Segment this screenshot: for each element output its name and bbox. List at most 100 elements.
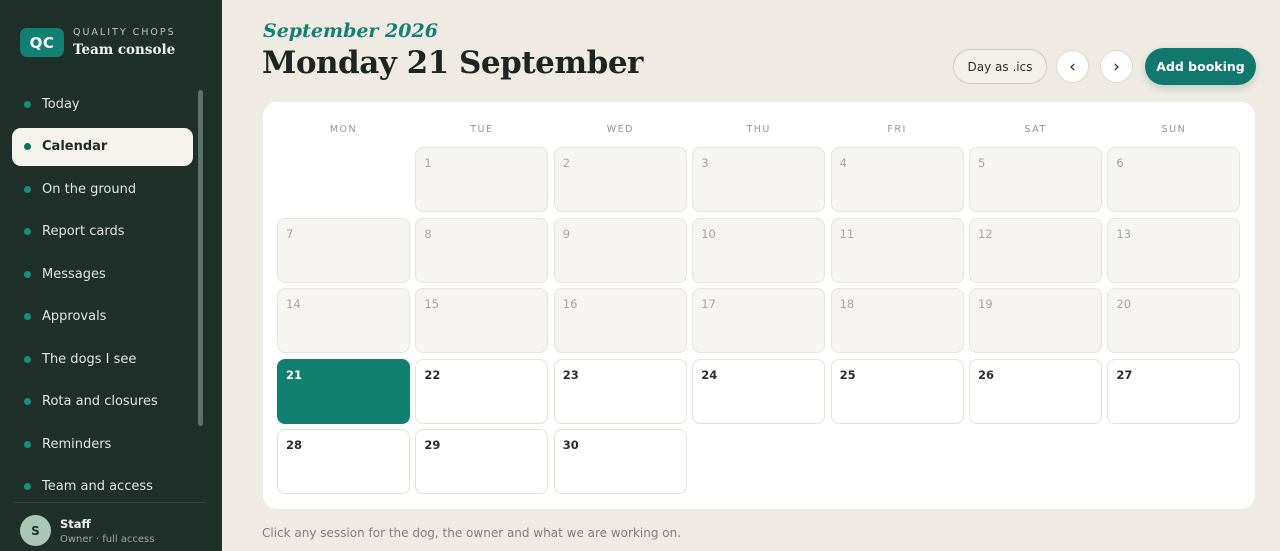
sidebar-item-label: Reminders	[42, 436, 112, 452]
day-number: 2	[562, 156, 571, 170]
weekday-header: FRI	[887, 124, 907, 135]
day-number: 16	[562, 297, 578, 311]
day-number: 25	[839, 367, 856, 382]
calendar-day[interactable]: 26	[969, 358, 1102, 424]
day-number: 7	[286, 226, 294, 241]
sidebar: QC QUALITY CHOPS Team console Today Calen…	[0, 0, 222, 551]
calendar-day[interactable]: 16	[553, 288, 687, 353]
day-number: 29	[424, 438, 441, 452]
calendar-day[interactable]: 28	[277, 429, 410, 494]
day-number: 19	[978, 297, 993, 311]
day-number: 3	[701, 156, 709, 170]
day-number: 12	[978, 226, 993, 241]
calendar-day[interactable]: 20	[1107, 288, 1241, 353]
bullet-icon	[24, 143, 31, 150]
sidebar-item-rota-and-closures[interactable]: Rota and closures	[12, 383, 193, 421]
calendar-day[interactable]: 14	[277, 288, 410, 353]
user-profile[interactable]: S Staff Owner · full access	[20, 515, 154, 546]
calendar-day[interactable]: 24	[692, 358, 826, 424]
calendar-day[interactable]: 5	[969, 147, 1102, 212]
weekday-header: MON	[329, 124, 358, 135]
calendar-day[interactable]: 29	[415, 429, 549, 494]
calendar-day[interactable]: 2	[553, 147, 687, 212]
day-number: 21	[286, 367, 303, 382]
sidebar-item-approvals[interactable]: Approvals	[12, 298, 193, 336]
calendar-day[interactable]: 15	[415, 288, 549, 353]
brand-title: Team console	[73, 42, 176, 58]
next-button[interactable]: ›	[1100, 50, 1133, 83]
day-number: 26	[978, 367, 995, 382]
sidebar-item-label: Approvals	[42, 309, 107, 324]
month-label: September 2026	[263, 20, 438, 42]
calendar-day[interactable]: 23	[553, 358, 687, 424]
calendar-day[interactable]: 18	[830, 288, 964, 353]
sidebar-item-today[interactable]: Today	[12, 85, 193, 123]
day-ics-button[interactable]: Day as .ics	[953, 49, 1047, 84]
calendar-day-today[interactable]: 21	[277, 358, 410, 424]
day-number: 22	[424, 367, 441, 382]
calendar-day[interactable]: 9	[553, 217, 687, 283]
weekday-header: THU	[746, 124, 771, 135]
calendar-day[interactable]: 30	[553, 429, 687, 494]
sidebar-item-report-cards[interactable]: Report cards	[12, 213, 193, 251]
sidebar-item-on-the-ground[interactable]: On the ground	[12, 170, 193, 208]
day-number: 5	[978, 156, 986, 170]
day-number: 23	[562, 367, 579, 382]
sidebar-item-calendar[interactable]: Calendar	[12, 127, 193, 166]
calendar-day[interactable]: 11	[830, 217, 964, 283]
calendar-day[interactable]: 7	[277, 217, 410, 283]
calendar-day[interactable]: 10	[692, 217, 826, 283]
sidebar-item-label: Calendar	[42, 139, 108, 154]
sidebar-nav: Today Calendar On the ground Report cards Me…	[12, 85, 193, 510]
sidebar-item-label: On the ground	[42, 181, 137, 197]
day-number: 11	[839, 226, 855, 241]
calendar-day[interactable]: 22	[415, 358, 549, 424]
calendar-hint: Click any session for the dog, the owner…	[262, 526, 682, 540]
calendar-day[interactable]: 3	[692, 147, 826, 212]
sidebar-item-reminders[interactable]: Reminders	[12, 425, 193, 463]
sidebar-item-label: Messages	[42, 266, 106, 282]
calendar-day[interactable]: 4	[830, 147, 964, 212]
day-number: 30	[562, 438, 579, 452]
brand-kicker: QUALITY CHOPS	[73, 27, 176, 38]
day-number: 10	[701, 226, 716, 241]
day-number: 8	[424, 226, 432, 241]
previous-button[interactable]: ‹	[1056, 50, 1089, 83]
calendar-day[interactable]: 1	[415, 147, 549, 212]
bullet-icon	[24, 440, 31, 448]
day-number: 17	[701, 297, 716, 311]
day-number: 4	[839, 156, 847, 170]
weekday-header: SAT	[1024, 124, 1047, 135]
bullet-icon	[24, 228, 31, 235]
user-name: Staff	[60, 516, 91, 531]
sidebar-item-label: Today	[42, 96, 80, 112]
sidebar-item-the-dogs-i-see[interactable]: The dogs I see	[12, 340, 193, 378]
weekday-header: TUE	[470, 124, 494, 135]
sidebar-item-label: The dogs I see	[42, 351, 137, 367]
calendar-day[interactable]: 17	[692, 288, 826, 353]
weekday-header: SUN	[1161, 124, 1187, 135]
weekday-header: WED	[606, 124, 634, 135]
bullet-icon	[24, 185, 31, 193]
brand: QC QUALITY CHOPS Team console	[20, 27, 176, 58]
month-calendar: MON TUE WED THU FRI SAT SUN 1 2 3 4 5 6 7 8 9 10 11 12 13 14…	[263, 102, 1255, 509]
calendar-day[interactable]: 12	[969, 217, 1102, 283]
bullet-icon	[24, 100, 31, 108]
brand-logo: QC	[20, 28, 64, 57]
calendar-day[interactable]: 25	[830, 358, 964, 424]
bullet-icon	[24, 398, 31, 405]
add-booking-button[interactable]: Add booking	[1145, 48, 1256, 85]
calendar-day[interactable]: 6	[1107, 147, 1241, 212]
calendar-day[interactable]: 13	[1107, 217, 1241, 283]
sidebar-item-messages[interactable]: Messages	[12, 255, 193, 293]
sidebar-item-label: Team and access	[42, 479, 153, 494]
bullet-icon	[24, 483, 31, 490]
sidebar-item-team-and-access[interactable]: Team and access	[12, 468, 193, 506]
calendar-day[interactable]: 8	[415, 217, 549, 283]
calendar-day[interactable]: 19	[969, 288, 1102, 353]
day-number: 18	[839, 297, 855, 311]
sidebar-scrollbar[interactable]	[198, 90, 203, 426]
sidebar-divider	[14, 502, 206, 503]
avatar: S	[20, 515, 51, 546]
calendar-day[interactable]: 27	[1107, 358, 1241, 424]
